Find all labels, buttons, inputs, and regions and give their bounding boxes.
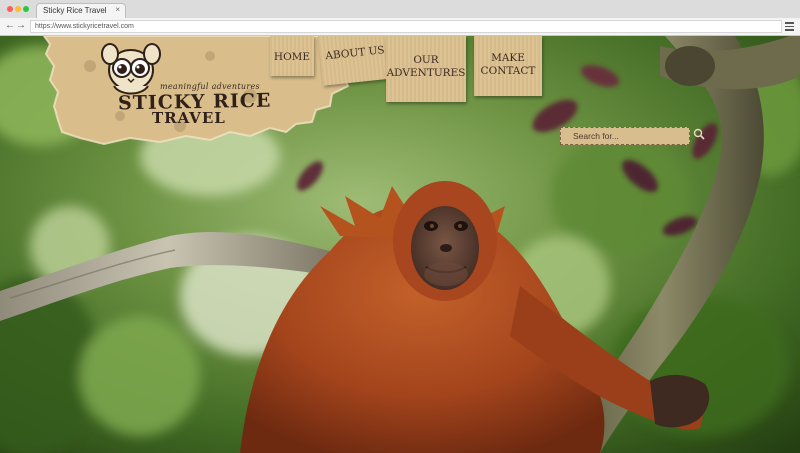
nav-contact-label-line1: MAKE bbox=[491, 52, 525, 64]
page-viewport: meaningful adventures STICKY RICE TRAVEL… bbox=[0, 36, 800, 453]
tab-title: Sticky Rice Travel bbox=[43, 6, 107, 15]
nav-make-contact[interactable]: MAKE CONTACT bbox=[474, 36, 542, 96]
nav-adventures-label-line1: OUR bbox=[413, 54, 439, 66]
search-input[interactable] bbox=[560, 127, 690, 145]
menu-icon[interactable] bbox=[785, 22, 794, 33]
browser-tab[interactable]: Sticky Rice Travel × bbox=[36, 3, 126, 18]
close-icon[interactable]: × bbox=[115, 5, 120, 14]
nav-home[interactable]: HOME bbox=[270, 36, 314, 76]
nav-home-label: HOME bbox=[273, 51, 311, 63]
nav-contact-label-line2: CONTACT bbox=[480, 65, 536, 77]
nav-about-label: ABOUT US bbox=[324, 44, 386, 63]
nav-our-adventures[interactable]: OUR ADVENTURES bbox=[386, 36, 466, 102]
browser-address-bar: ← → https://www.stickyricetravel.com bbox=[0, 18, 800, 36]
nav-about-us[interactable]: ABOUT US bbox=[318, 36, 393, 86]
forward-arrow-icon[interactable]: → bbox=[16, 20, 26, 31]
browser-tab-bar: Sticky Rice Travel × bbox=[0, 0, 800, 18]
maximize-window-button[interactable] bbox=[23, 6, 29, 12]
url-field[interactable]: https://www.stickyricetravel.com bbox=[30, 20, 782, 33]
logo-subtitle[interactable]: TRAVEL bbox=[152, 109, 226, 127]
minimize-window-button[interactable] bbox=[15, 6, 21, 12]
search-icon[interactable] bbox=[693, 128, 705, 140]
close-window-button[interactable] bbox=[7, 6, 13, 12]
back-arrow-icon[interactable]: ← bbox=[5, 20, 15, 31]
nav-adventures-label-line2: ADVENTURES bbox=[386, 67, 466, 79]
